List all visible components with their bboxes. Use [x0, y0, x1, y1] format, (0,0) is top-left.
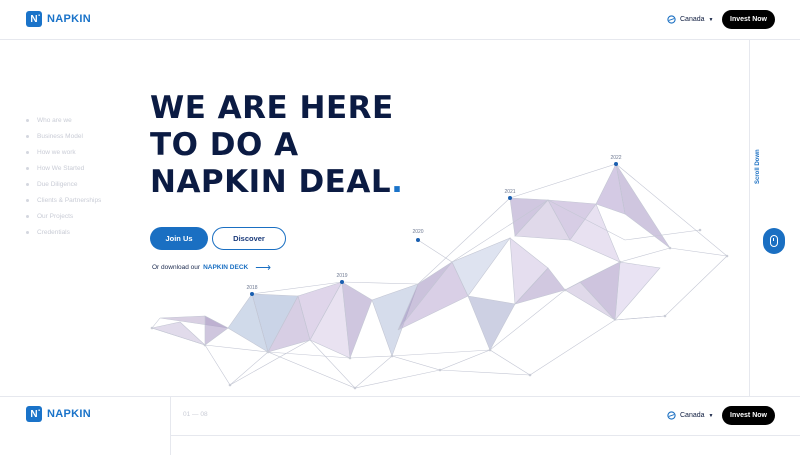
scroll-down-button[interactable] — [763, 228, 785, 254]
hero-headline: WE ARE HERE TO DO A NAPKIN DEAL. — [150, 90, 404, 200]
year-label: 2018 — [246, 285, 257, 291]
slide-counter: 01 — 08 — [183, 411, 208, 418]
arrow-right-icon: ⟶ — [255, 262, 271, 274]
join-us-button[interactable]: Join Us — [150, 227, 208, 250]
region-label: Canada — [680, 412, 705, 419]
logo-text: NAPKIN — [47, 408, 91, 420]
footer-divider — [0, 396, 800, 397]
footer-invest-now-button[interactable]: Invest Now — [722, 406, 775, 425]
globe-icon — [667, 411, 676, 420]
footer-region-selector[interactable]: Canada ▼ — [667, 411, 713, 420]
year-label: 2021 — [504, 189, 515, 195]
year-label: 2020 — [412, 229, 423, 235]
footer-logo[interactable]: N • NAPKIN — [26, 406, 91, 422]
mouse-icon — [770, 235, 778, 247]
footer-left-divider — [170, 396, 171, 455]
scroll-down-label: Scroll Down — [755, 149, 761, 184]
mesh-illustration: 2018 2019 2020 2021 2022 — [150, 155, 729, 390]
discover-button[interactable]: Discover — [212, 227, 286, 250]
footer-bottom-divider — [170, 435, 800, 436]
year-label: 2019 — [336, 273, 347, 279]
download-deck-link[interactable]: Or download our NAPKIN DECK ⟶ — [152, 261, 271, 274]
year-label: 2022 — [610, 155, 621, 161]
logo-mark-icon: N • — [26, 406, 42, 422]
chevron-down-icon: ▼ — [708, 412, 714, 419]
